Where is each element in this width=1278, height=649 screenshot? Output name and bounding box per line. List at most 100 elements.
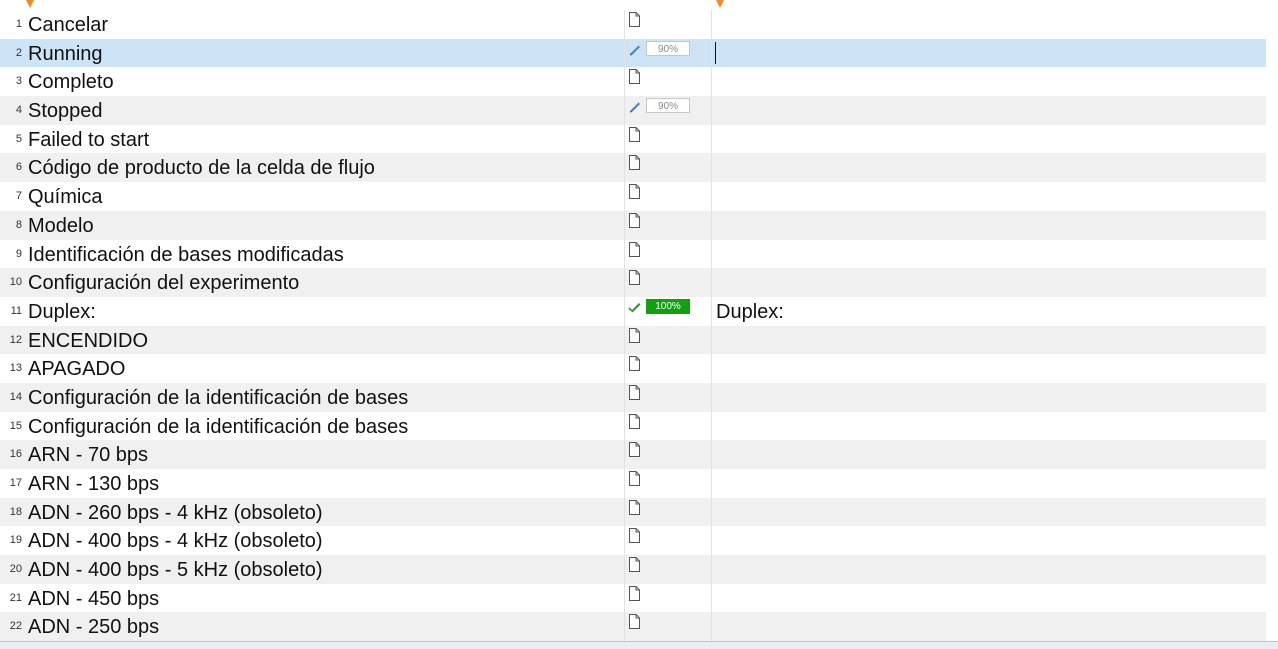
- column-separator: [624, 583, 625, 613]
- document-icon: [629, 499, 640, 515]
- column-separator: [624, 411, 625, 441]
- column-separator: [711, 612, 712, 642]
- column-separator: [711, 526, 712, 556]
- segment-row[interactable]: 16 ARN - 70 bps: [0, 440, 1266, 469]
- document-icon: [629, 212, 640, 228]
- pencil-icon: [630, 45, 640, 56]
- source-text: APAGADO: [28, 358, 126, 381]
- document-icon: [629, 384, 640, 400]
- segment-row[interactable]: 21 ADN - 450 bps: [0, 583, 1266, 613]
- segment-row[interactable]: 13 APAGADO: [0, 354, 1266, 383]
- column-separator: [624, 10, 625, 39]
- segment-number: 22: [9, 620, 22, 633]
- column-separator: [624, 296, 625, 326]
- segment-row[interactable]: 8 Modelo: [0, 210, 1266, 240]
- source-text: Química: [28, 186, 103, 209]
- segment-row[interactable]: 3 Completo: [0, 67, 1266, 97]
- column-separator: [711, 10, 712, 39]
- column-separator: [711, 411, 712, 441]
- column-separator: [711, 382, 712, 412]
- segment-number: 20: [9, 563, 22, 576]
- document-icon: [629, 126, 640, 142]
- segment-row[interactable]: 22 ADN - 250 bps: [0, 612, 1266, 642]
- segment-number: 1: [15, 18, 22, 30]
- source-text: ADN - 250 bps: [28, 616, 160, 639]
- document-icon: [629, 585, 640, 601]
- segment-row[interactable]: 1 Cancelar: [0, 10, 1266, 39]
- segment-row[interactable]: 17 ARN - 130 bps: [0, 469, 1266, 498]
- source-text: ADN - 450 bps: [28, 587, 160, 610]
- column-separator: [711, 38, 712, 68]
- match-percentage-badge: 90%: [646, 40, 690, 56]
- segment-number: 13: [9, 362, 22, 375]
- segment-number: 21: [9, 591, 22, 604]
- column-separator: [711, 469, 712, 498]
- segment-number: 9: [15, 247, 22, 260]
- document-icon: [629, 471, 640, 486]
- segment-row[interactable]: 20 ADN - 400 bps - 5 kHz (obsoleto): [0, 555, 1266, 584]
- document-icon: [629, 356, 640, 372]
- target-text[interactable]: Duplex:: [716, 300, 784, 324]
- document-icon: [629, 614, 640, 630]
- segment-number: 12: [9, 333, 22, 346]
- column-separator: [711, 182, 712, 211]
- column-separator: [711, 268, 712, 297]
- source-column-marker: [26, 0, 34, 8]
- segment-number: 11: [10, 304, 22, 317]
- pencil-icon: [630, 102, 640, 113]
- pencil-check-icon: [628, 302, 641, 313]
- column-separator: [624, 268, 625, 297]
- segment-row[interactable]: 11 Duplex: 100% Duplex:: [0, 296, 1266, 326]
- source-text: Código de producto de la celda de flujo: [28, 157, 375, 180]
- segment-row[interactable]: 2 Running 90%: [0, 38, 1266, 68]
- vertical-scrollbar[interactable]: [1266, 10, 1278, 641]
- segment-row[interactable]: 12 ENCENDIDO: [0, 325, 1266, 355]
- column-separator: [624, 96, 625, 125]
- column-separator: [624, 124, 625, 154]
- segment-number: 10: [9, 276, 22, 289]
- column-separator: [711, 210, 712, 240]
- segment-row[interactable]: 5 Failed to start: [0, 124, 1266, 154]
- match-percentage-badge: 90%: [646, 98, 690, 114]
- segment-number: 14: [9, 390, 22, 403]
- column-separator: [711, 325, 712, 355]
- segment-row[interactable]: 4 Stopped 90%: [0, 96, 1266, 125]
- match-percentage-badge: 100%: [646, 298, 690, 314]
- segment-row[interactable]: 19 ADN - 400 bps - 4 kHz (obsoleto): [0, 526, 1266, 556]
- segment-number: 17: [9, 477, 22, 489]
- source-text: Stopped: [28, 100, 103, 123]
- segment-row[interactable]: 6 Código de producto de la celda de flujo: [0, 153, 1266, 183]
- document-icon: [629, 184, 640, 200]
- source-text: ADN - 400 bps - 4 kHz (obsoleto): [28, 530, 323, 553]
- segment-grid: 1 Cancelar 2 Running 90% 3 Completo 4 Stopped 90%…: [0, 10, 1266, 642]
- column-separator: [624, 182, 625, 211]
- column-separator: [624, 153, 625, 183]
- column-separator: [624, 440, 625, 469]
- source-text: Failed to start: [28, 128, 150, 151]
- column-separator: [624, 325, 625, 355]
- segment-row[interactable]: 10 Configuración del experimento: [0, 268, 1266, 297]
- segment-row[interactable]: 15 Configuración de la identificación de …: [0, 411, 1266, 441]
- column-separator: [624, 612, 625, 642]
- document-icon: [629, 528, 640, 544]
- source-text: ARN - 130 bps: [28, 473, 160, 495]
- column-separator: [624, 239, 625, 269]
- document-icon: [629, 557, 640, 573]
- source-text: ENCENDIDO: [28, 329, 149, 352]
- segment-row[interactable]: 14 Configuración de la identificación de …: [0, 382, 1266, 412]
- segment-number: 2: [15, 46, 22, 59]
- column-separator: [711, 583, 712, 613]
- segment-row[interactable]: 7 Química: [0, 182, 1266, 211]
- source-text: Identificación de bases modificadas: [28, 243, 344, 266]
- segment-number: 8: [15, 218, 22, 231]
- column-header-strip: [0, 0, 1278, 10]
- segment-number: 19: [9, 534, 22, 547]
- segment-number: 18: [9, 505, 22, 518]
- target-column-marker: [716, 0, 724, 8]
- segment-row[interactable]: 18 ADN - 260 bps - 4 kHz (obsoleto): [0, 497, 1266, 527]
- source-text: Modelo: [28, 214, 94, 237]
- source-text: Configuración de la identificación de ba…: [28, 386, 409, 409]
- column-separator: [624, 526, 625, 556]
- column-separator: [711, 555, 712, 584]
- segment-row[interactable]: 9 Identificación de bases modificadas: [0, 239, 1266, 269]
